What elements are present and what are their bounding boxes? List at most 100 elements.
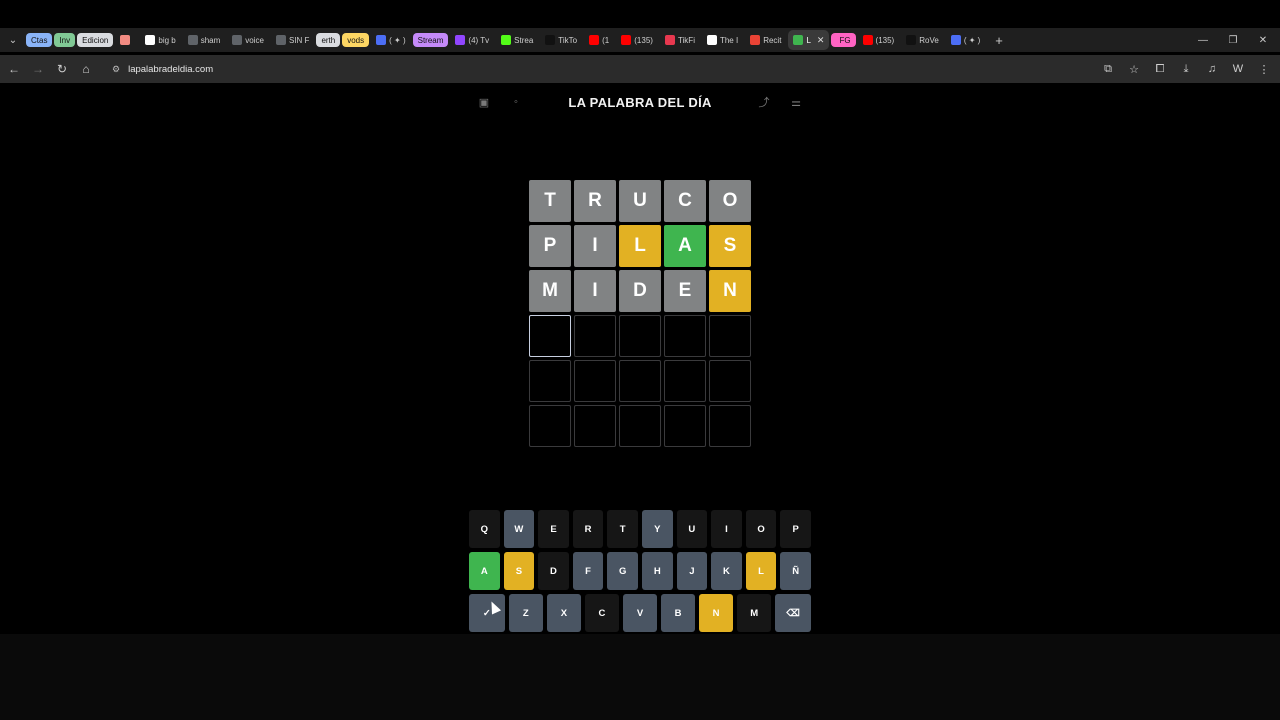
letter-tile: I: [574, 270, 616, 312]
tab-group-label[interactable]: vods: [342, 33, 370, 47]
close-tab-icon[interactable]: ✕: [817, 35, 825, 46]
tab-group-label[interactable]: Ctas: [26, 33, 53, 47]
menu-icon[interactable]: ⋮: [1252, 57, 1276, 81]
browser-tab[interactable]: TikFi: [660, 30, 700, 50]
browser-tab[interactable]: Strea: [496, 30, 538, 50]
key-d[interactable]: D: [538, 552, 569, 590]
key-p[interactable]: P: [780, 510, 811, 548]
settings-icon[interactable]: ⚌: [788, 94, 804, 110]
browser-tab[interactable]: (135): [858, 30, 900, 50]
back-icon[interactable]: ←: [2, 57, 26, 81]
minimize-icon[interactable]: —: [1188, 28, 1218, 52]
close-window-icon[interactable]: ✕: [1248, 28, 1278, 52]
media-control-icon[interactable]: ♫: [1200, 57, 1224, 81]
tab-title: ( ✦ ): [389, 35, 406, 45]
game-board: TRUCO PILAS MIDEN: [529, 180, 751, 447]
key-j[interactable]: J: [676, 552, 708, 590]
empty-tile: [709, 405, 751, 447]
key-s[interactable]: S: [503, 552, 535, 590]
key-q[interactable]: Q: [469, 510, 500, 548]
new-tab-button[interactable]: +: [987, 33, 1011, 48]
tab-favicon-icon: [906, 35, 917, 45]
tab-group-label[interactable]: erth: [316, 33, 341, 47]
key-f[interactable]: F: [572, 552, 604, 590]
key-l[interactable]: L: [745, 552, 777, 590]
empty-tile: [574, 360, 616, 402]
tab-title: (135): [634, 35, 653, 45]
browser-tab[interactable]: ( ✦ ): [946, 30, 985, 50]
browser-tab[interactable]: FG: [831, 33, 856, 47]
key-i[interactable]: I: [711, 510, 742, 548]
letter-tile: I: [574, 225, 616, 267]
key-w[interactable]: W: [503, 510, 535, 548]
key-b[interactable]: B: [661, 594, 696, 632]
tab-title: TikFi: [677, 35, 695, 45]
active-tab[interactable]: L ✕: [788, 30, 830, 50]
letter-tile: C: [664, 180, 706, 222]
key-h[interactable]: H: [641, 552, 673, 590]
restore-icon[interactable]: ❐: [1218, 28, 1248, 52]
key-e[interactable]: E: [538, 510, 569, 548]
browser-tab[interactable]: [115, 30, 138, 50]
key-g[interactable]: G: [607, 552, 638, 590]
forward-icon[interactable]: →: [26, 57, 50, 81]
key-c[interactable]: C: [584, 594, 619, 632]
tab-group-label[interactable]: Edicion: [77, 33, 114, 47]
reload-icon[interactable]: ↻: [50, 57, 74, 81]
letter-tile: S: [709, 225, 751, 267]
key-y[interactable]: Y: [641, 510, 673, 548]
browser-tab[interactable]: RoVe: [901, 30, 944, 50]
tab-title: FG: [839, 35, 851, 45]
bookmark-star-icon[interactable]: ☆: [1122, 57, 1146, 81]
key-k[interactable]: K: [711, 552, 742, 590]
browser-tab[interactable]: (4) Tv: [450, 30, 494, 50]
extensions-icon[interactable]: ⧠: [1148, 57, 1172, 81]
site-info-icon[interactable]: ⚙: [112, 64, 120, 75]
key-o[interactable]: O: [745, 510, 777, 548]
profile-avatar[interactable]: W: [1226, 57, 1250, 81]
url-field[interactable]: ⚙ lapalabradeldia.com: [104, 59, 1134, 79]
key-ñ[interactable]: Ñ: [780, 552, 811, 590]
key-m[interactable]: M: [737, 594, 772, 632]
browser-tab[interactable]: big b: [140, 30, 180, 50]
keyboard-row: QWERTYUIOP: [469, 510, 811, 548]
browser-tab[interactable]: Recit: [745, 30, 786, 50]
tab-favicon-icon: [145, 35, 156, 45]
browser-tab[interactable]: TikTo: [540, 30, 582, 50]
empty-tile: [664, 405, 706, 447]
empty-tile: [529, 315, 571, 357]
key-v[interactable]: V: [622, 594, 658, 632]
browser-tab[interactable]: (1: [584, 30, 614, 50]
browser-tab[interactable]: ( ✦ ): [371, 30, 410, 50]
enter-key[interactable]: ✓: [469, 594, 505, 632]
tab-search-icon[interactable]: ⌄: [4, 31, 22, 49]
key-n[interactable]: N: [699, 594, 734, 632]
key-r[interactable]: R: [572, 510, 604, 548]
stats-icon[interactable]: ⤴: [756, 94, 772, 110]
browser-tab[interactable]: sham: [183, 30, 226, 50]
downloads-icon[interactable]: ⤓: [1174, 57, 1198, 81]
page-title: LA PALABRA DEL DÍA: [568, 94, 712, 110]
tab-strip: ⌄ Ctas Inv Edicion big b sham voice SIN F erth v…: [0, 28, 1280, 52]
install-app-icon[interactable]: ⧉: [1096, 57, 1120, 81]
browser-tab[interactable]: The I: [702, 30, 743, 50]
backspace-key[interactable]: ⌫: [775, 594, 811, 632]
tab-group-label[interactable]: Stream: [412, 33, 449, 47]
tab-favicon-icon: [621, 35, 632, 45]
tab-favicon-icon: [706, 35, 717, 45]
tab-group-label[interactable]: Inv: [54, 33, 76, 47]
browser-tab[interactable]: (135): [616, 30, 658, 50]
key-u[interactable]: U: [676, 510, 708, 548]
key-t[interactable]: T: [607, 510, 638, 548]
tab-favicon-icon: [545, 35, 556, 45]
empty-tile: [574, 405, 616, 447]
key-x[interactable]: X: [546, 594, 581, 632]
letter-tile: T: [529, 180, 571, 222]
browser-tab[interactable]: voice: [227, 30, 269, 50]
home-icon[interactable]: ⌂: [74, 57, 98, 81]
empty-tile: [529, 405, 571, 447]
key-a[interactable]: A: [469, 552, 500, 590]
letter-tile: D: [619, 270, 661, 312]
key-z[interactable]: Z: [508, 594, 543, 632]
browser-tab[interactable]: SIN F: [271, 30, 314, 50]
